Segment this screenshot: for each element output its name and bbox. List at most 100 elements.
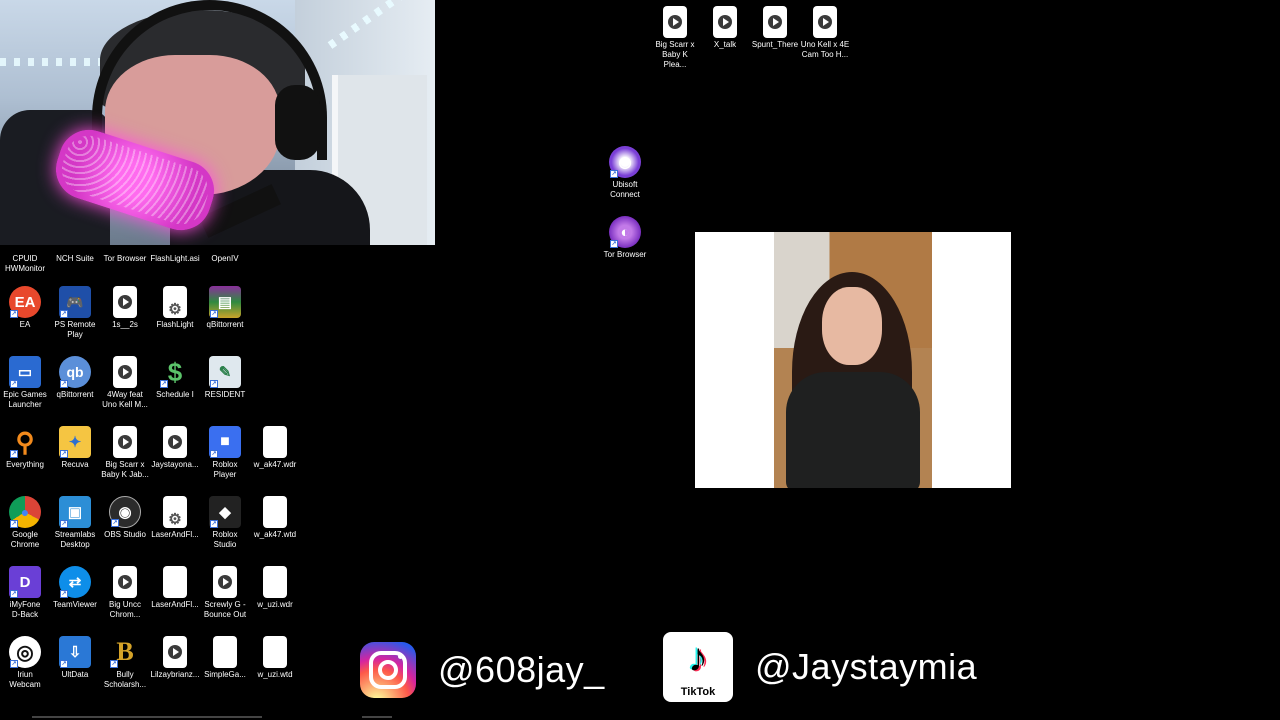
chrome-icon: ● ↗ <box>9 496 41 528</box>
desktop-icon-obs[interactable]: ◉ ↗ OBS Studio <box>100 496 150 540</box>
desktop-icon-label: Uno Kell x 4E Cam Too H... <box>800 40 850 59</box>
desktop-icon-openiv[interactable]: OpenIV <box>200 230 250 264</box>
desktop-icon-teamviewer[interactable]: ⇄ ↗ TeamViewer <box>50 566 100 610</box>
desktop-icon-everything[interactable]: ⚲ ↗ Everything <box>0 426 50 470</box>
desktop-icon-streamlabs[interactable]: ▣ ↗ Streamlabs Desktop <box>50 496 100 550</box>
ea-icon: EA ↗ <box>9 286 41 318</box>
desktop-icon-label: Iriun Webcam <box>9 670 41 689</box>
desktop-icon-laserandfl2[interactable]: LaserAndFl... <box>150 566 200 610</box>
desktop-icon-wak47wtd[interactable]: w_ak47.wtd <box>250 496 300 540</box>
desktop-icon-flashlight[interactable]: ⚙ FlashLight <box>150 286 200 330</box>
desktop-icon-wuziwdr[interactable]: w_uzi.wdr <box>250 566 300 610</box>
ubisoft-icon: ◎ ↗ <box>609 146 641 178</box>
desktop-icon-bigscarr1[interactable]: Big Scarr x Baby K Plea... <box>650 6 700 70</box>
desktop-icon-chrome[interactable]: ● ↗ Google Chrome <box>0 496 50 550</box>
desktop-icon-label: EA <box>19 320 31 329</box>
desktop-icon-label: Everything <box>6 460 44 469</box>
obs-icon: ◉ ↗ <box>109 496 141 528</box>
file-icon <box>263 496 287 528</box>
search-icon: ⚲ ↗ <box>10 426 35 458</box>
desktop-icon-unokell[interactable]: Uno Kell x 4E Cam Too H... <box>800 6 850 60</box>
desktop-icon-roblox-studio[interactable]: ◆ ↗ Roblox Studio <box>200 496 250 550</box>
tiktok-logo-text: TikTok <box>680 686 716 698</box>
desktop-icon-label: FlashLight.asi <box>150 254 200 263</box>
settings-file-icon: ⚙ <box>163 496 187 528</box>
desktop-icon-label: Schedule I <box>156 390 194 399</box>
desktop-icon-spunt[interactable]: Spunt_There <box>750 6 800 50</box>
desktop-icon-label: Big Uncc Chrom... <box>108 600 141 619</box>
desktop-icon-label: Roblox Player <box>212 460 238 479</box>
desktop-icon-ultdata[interactable]: ⇩ ↗ UltData <box>50 636 100 680</box>
desktop-icon-label: Screwly G - Bounce Out <box>203 600 247 619</box>
desktop-icon-laserandfl1[interactable]: ⚙ LaserAndFl... <box>150 496 200 540</box>
recuva-icon: ✦ ↗ <box>59 426 91 458</box>
desktop-icon-iriun[interactable]: ◎ ↗ Iriun Webcam <box>0 636 50 690</box>
winrar-icon: ▤ ↗ <box>209 286 241 318</box>
instagram-icon <box>360 642 416 698</box>
desktop-icon-label: UltData <box>61 670 89 679</box>
desktop-icon-xtalk[interactable]: X_talk <box>700 6 750 50</box>
tiktok-social: ♪ TikTok @Jaystaymia <box>663 632 977 702</box>
file-icon <box>263 636 287 668</box>
desktop-icon-label: w_uzi.wdr <box>257 600 293 609</box>
desktop-icon-label: Recuva <box>61 460 89 469</box>
media-file-icon <box>113 356 137 388</box>
desktop-icon-label: w_ak47.wtd <box>253 530 297 539</box>
desktop-icon-resident[interactable]: ✎ ↗ RESIDENT <box>200 356 250 400</box>
media-file-icon <box>663 6 687 38</box>
desktop-icon-flashlight-asi[interactable]: FlashLight.asi <box>150 230 200 264</box>
desktop-icon-wuziwtd[interactable]: w_uzi.wtd <box>250 636 300 680</box>
settings-file-icon: ⚙ <box>163 286 187 318</box>
desktop-icon-label: RESIDENT <box>204 390 246 399</box>
desktop-icon-label: PS Remote Play <box>54 320 96 339</box>
desktop-icon-bigunc[interactable]: Big Uncc Chrom... <box>100 566 150 620</box>
desktop-icon-label: SimpleGa... <box>204 670 246 679</box>
desktop-icon-schedule1[interactable]: $ ↗ Schedule I <box>150 356 200 400</box>
roblox-icon: ■ ↗ <box>209 426 241 458</box>
notepad-icon: ✎ ↗ <box>209 356 241 388</box>
desktop-icon-qbit1[interactable]: ▤ ↗ qBittorrent <box>200 286 250 330</box>
desktop-icon-tor1[interactable]: Tor Browser <box>100 230 150 264</box>
desktop-icon-recuva[interactable]: ✦ ↗ Recuva <box>50 426 100 470</box>
media-file-icon <box>163 636 187 668</box>
desktop-icon-1s2s[interactable]: 1s__2s <box>100 286 150 330</box>
media-file-icon <box>763 6 787 38</box>
desktop-icon-imyfone[interactable]: D ↗ iMyFone D-Back <box>0 566 50 620</box>
tor-icon: ◐ ↗ <box>609 216 641 248</box>
desktop-icon-label: Google Chrome <box>10 530 40 549</box>
desktop-icon-wak47wdr[interactable]: w_ak47.wdr <box>250 426 300 470</box>
teamviewer-icon: ⇄ ↗ <box>59 566 91 598</box>
media-file-icon <box>163 426 187 458</box>
media-file-icon <box>713 6 737 38</box>
file-icon <box>263 426 287 458</box>
desktop-icon-label: OpenIV <box>211 254 239 263</box>
desktop-icon-screwly[interactable]: Screwly G - Bounce Out <box>200 566 250 620</box>
desktop-icon-simplega[interactable]: SimpleGa... <box>200 636 250 680</box>
desktop-icon-label: Streamlabs Desktop <box>54 530 96 549</box>
desktop-icon-cpuid[interactable]: CPUID HWMonitor <box>0 230 50 274</box>
desktop-icon-label: LaserAndFl... <box>151 530 199 539</box>
desktop-icon-4way[interactable]: 4Way feat Uno Kell M... <box>100 356 150 410</box>
desktop-icon-ubisoft[interactable]: ◎ ↗ Ubisoft Connect <box>600 146 650 200</box>
portrait-photo <box>695 232 1011 488</box>
desktop-icon-jaystayona[interactable]: Jaystayona... <box>150 426 200 470</box>
desktop-icon-epic[interactable]: ▭ ↗ Epic Games Launcher <box>0 356 50 410</box>
schedule-icon: $ ↗ <box>160 356 183 388</box>
media-file-icon <box>113 286 137 318</box>
desktop-icon-roblox-player[interactable]: ■ ↗ Roblox Player <box>200 426 250 480</box>
desktop-icon-tor2[interactable]: ◐ ↗ Tor Browser <box>600 216 650 260</box>
desktop-icon-label: X_talk <box>713 40 737 49</box>
desktop-icon-ea[interactable]: EA ↗ EA <box>0 286 50 330</box>
desktop-icon-ps-remote[interactable]: 🎮 ↗ PS Remote Play <box>50 286 100 340</box>
desktop-icon-label: NCH Suite <box>56 254 94 263</box>
desktop-icon-label: Ubisoft Connect <box>610 180 640 199</box>
desktop-icon-bigscarr2[interactable]: Big Scarr x Baby K Jab... <box>100 426 150 480</box>
desktop-icon-label: Big Scarr x Baby K Jab... <box>101 460 149 479</box>
media-file-icon <box>813 6 837 38</box>
desktop-icon-label: Epic Games Launcher <box>3 390 47 409</box>
desktop-icon-label: LaserAndFl... <box>151 600 199 609</box>
desktop-icon-qbit2[interactable]: qb ↗ qBittorrent <box>50 356 100 400</box>
desktop-icon-bully[interactable]: B ↗ Bully Scholarsh... <box>100 636 150 690</box>
desktop-icon-lilzay[interactable]: Lilzaybrianz... <box>150 636 200 680</box>
desktop-icon-nch[interactable]: NCH Suite <box>50 230 100 264</box>
